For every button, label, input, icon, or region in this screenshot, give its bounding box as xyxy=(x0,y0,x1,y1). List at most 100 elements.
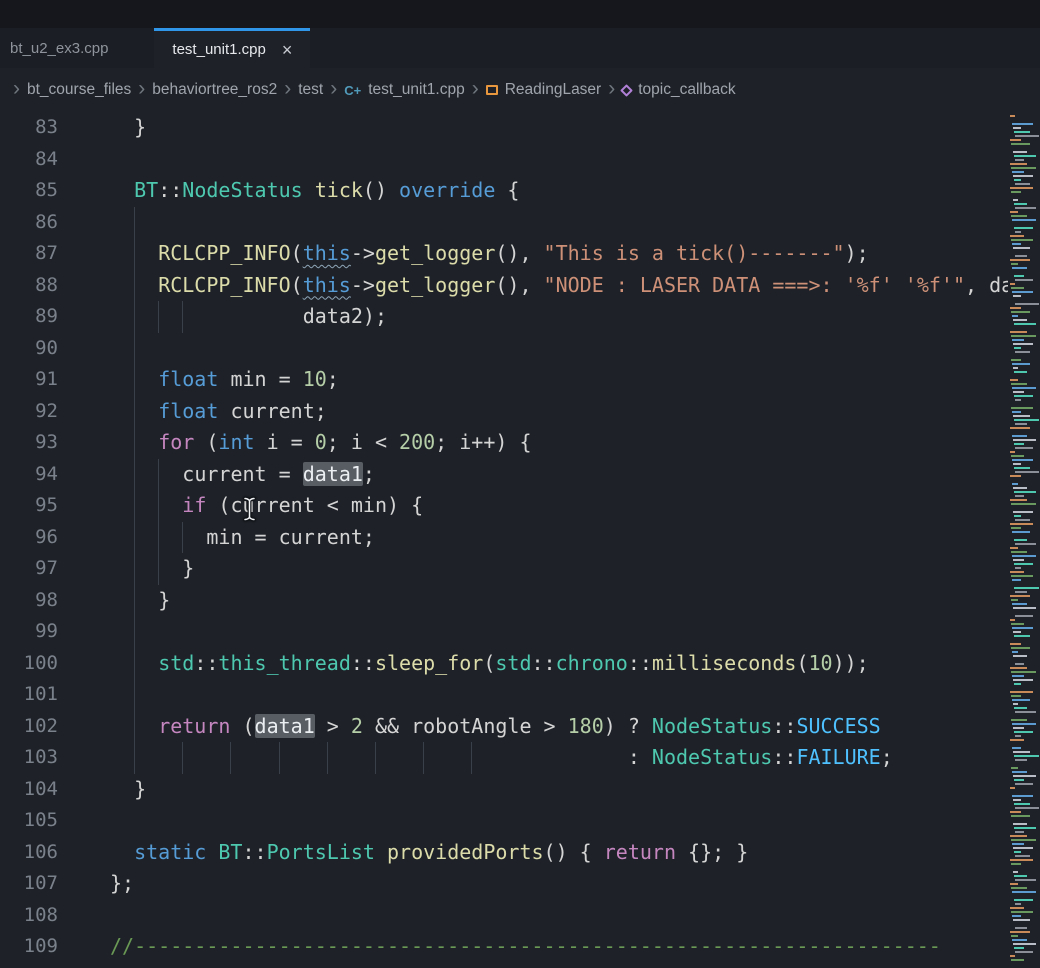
class-symbol-icon xyxy=(486,85,498,95)
code-text: } xyxy=(110,774,146,806)
minimap-line xyxy=(1013,943,1036,945)
minimap-line xyxy=(1011,599,1018,601)
code-line[interactable]: 101 xyxy=(0,679,1040,711)
minimap-line xyxy=(1015,735,1021,737)
minimap-line xyxy=(1010,547,1018,549)
minimap-line xyxy=(1011,407,1033,409)
code-line[interactable]: 84 xyxy=(0,144,1040,176)
minimap-line xyxy=(1010,667,1027,669)
breadcrumb: ›bt_course_files›behaviortree_ros2›test›… xyxy=(0,68,1040,112)
code-text: RCLCPP_INFO(this->get_logger(), "NODE : … xyxy=(110,270,1040,302)
minimap-line xyxy=(1008,923,1040,925)
code-text: BT::NodeStatus tick() override { xyxy=(110,175,519,207)
line-number: 105 xyxy=(0,805,58,837)
minimap-line xyxy=(1014,515,1021,517)
mouse-ibeam-cursor xyxy=(242,496,257,522)
minimap-line xyxy=(1010,619,1015,621)
minimap-line xyxy=(1008,355,1040,357)
code-line[interactable]: 100 std::this_thread::sleep_for(std::chr… xyxy=(0,648,1040,680)
minimap-line xyxy=(1011,191,1021,193)
minimap-line xyxy=(1010,211,1018,213)
code-line[interactable]: 93 for (int i = 0; i < 200; i++) { xyxy=(0,427,1040,459)
minimap-line xyxy=(1014,203,1027,205)
minimap-line xyxy=(1008,479,1040,481)
breadcrumb-item[interactable]: bt_course_files xyxy=(27,81,131,99)
code-text: } xyxy=(110,553,194,585)
minimap-line xyxy=(1013,439,1036,441)
minimap-line xyxy=(1013,799,1021,801)
minimap-line xyxy=(1010,307,1021,309)
code-line[interactable]: 106 static BT::PortsList providedPorts()… xyxy=(0,837,1040,869)
code-line[interactable]: 96 min = current; xyxy=(0,522,1040,554)
code-line[interactable]: 104 } xyxy=(0,774,1040,806)
breadcrumb-item[interactable]: ReadingLaser xyxy=(505,81,602,99)
minimap-line xyxy=(1013,871,1018,873)
breadcrumb-item[interactable]: test xyxy=(298,81,323,99)
code-line[interactable]: 88 RCLCPP_INFO(this->get_logger(), "NODE… xyxy=(0,270,1040,302)
minimap-line xyxy=(1015,423,1027,425)
minimap-line xyxy=(1013,463,1021,465)
minimap-line xyxy=(1015,255,1027,257)
minimap-line xyxy=(1014,467,1030,469)
code-line[interactable]: 105 xyxy=(0,805,1040,837)
code-text xyxy=(110,616,158,648)
minimap-line xyxy=(1012,459,1033,461)
minimap-line xyxy=(1013,199,1018,201)
code-text: RCLCPP_INFO(this->get_logger(), "This is… xyxy=(110,238,869,270)
minimap-line xyxy=(1013,343,1033,345)
code-text: : NodeStatus::FAILURE; xyxy=(110,742,893,774)
editor-pane[interactable]: 83 }84 85 BT::NodeStatus tick() override… xyxy=(0,112,1040,968)
code-text xyxy=(110,144,134,176)
code-line[interactable]: 95 if (current < min) { xyxy=(0,490,1040,522)
code-line[interactable]: 99 xyxy=(0,616,1040,648)
minimap-line xyxy=(1008,431,1040,433)
code-line[interactable]: 103 : NodeStatus::FAILURE; xyxy=(0,742,1040,774)
minimap-line xyxy=(1008,715,1040,717)
breadcrumb-item[interactable]: behaviortree_ros2 xyxy=(152,81,277,99)
minimap-line xyxy=(1011,167,1036,169)
code-line[interactable]: 90 xyxy=(0,333,1040,365)
minimap-line xyxy=(1014,635,1030,637)
tab-bt-u2-ex3[interactable]: bt_u2_ex3.cpp xyxy=(0,28,148,68)
line-number: 103 xyxy=(0,742,58,774)
code-line[interactable]: 109//-----------------------------------… xyxy=(0,931,1040,963)
code-line[interactable]: 92 float current; xyxy=(0,396,1040,428)
minimap-line xyxy=(1012,363,1030,365)
code-line[interactable]: 89 data2); xyxy=(0,301,1040,333)
code-line[interactable]: 83 } xyxy=(0,112,1040,144)
minimap-line xyxy=(1014,395,1033,397)
code-line[interactable]: 107}; xyxy=(0,868,1040,900)
breadcrumb-item[interactable]: topic_callback xyxy=(638,81,735,99)
minimap-line xyxy=(1013,247,1030,249)
minimap-line xyxy=(1015,855,1030,857)
minimap-line xyxy=(1014,371,1027,373)
code-line[interactable]: 98 } xyxy=(0,585,1040,617)
tab-test-unit1[interactable]: test_unit1.cpp × xyxy=(154,28,310,68)
minimap-line xyxy=(1015,927,1027,929)
code-line[interactable]: 108 xyxy=(0,900,1040,932)
minimap-line xyxy=(1010,835,1027,837)
minimap-line xyxy=(1008,195,1040,197)
minimap[interactable] xyxy=(1008,112,1040,968)
breadcrumb-item[interactable]: test_unit1.cpp xyxy=(368,81,465,99)
minimap-line xyxy=(1011,935,1018,937)
code-line[interactable]: 91 float min = 10; xyxy=(0,364,1040,396)
minimap-line xyxy=(1012,579,1021,581)
close-tab-icon[interactable]: × xyxy=(282,41,293,59)
code-line[interactable]: 86 xyxy=(0,207,1040,239)
minimap-line xyxy=(1013,175,1033,177)
minimap-line xyxy=(1010,883,1018,885)
minimap-line xyxy=(1014,419,1039,421)
minimap-line xyxy=(1012,723,1036,725)
code-line[interactable]: 87 RCLCPP_INFO(this->get_logger(), "This… xyxy=(0,238,1040,270)
line-number: 99 xyxy=(0,616,58,648)
code-line[interactable]: 94 current = data1; xyxy=(0,459,1040,491)
code-line[interactable]: 102 return (data1 > 2 && robotAngle > 18… xyxy=(0,711,1040,743)
minimap-line xyxy=(1008,251,1040,253)
cpp-file-icon: C+ xyxy=(344,83,361,98)
code-line[interactable]: 97 } xyxy=(0,553,1040,585)
minimap-line xyxy=(1012,339,1024,341)
code-line[interactable]: 85 BT::NodeStatus tick() override { xyxy=(0,175,1040,207)
line-number: 86 xyxy=(0,207,58,239)
minimap-line xyxy=(1010,163,1027,165)
